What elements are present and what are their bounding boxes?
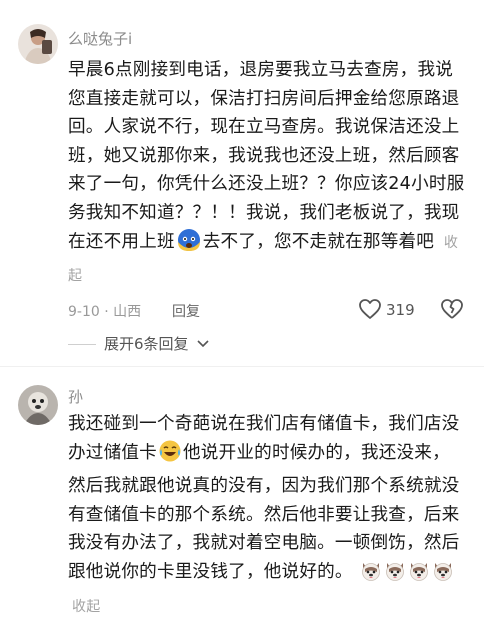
broken-heart-icon	[441, 299, 463, 319]
comment-divider	[0, 366, 484, 367]
avatar[interactable]	[18, 385, 58, 425]
username[interactable]: 孙	[68, 386, 83, 407]
date-location: 9-10 · 山西	[68, 304, 142, 320]
crying-laughing-emoji	[158, 439, 182, 473]
collapse-link[interactable]: 收起	[72, 599, 100, 615]
dog-emoji-group	[359, 562, 455, 582]
date: 9-10	[68, 304, 100, 320]
heart-icon	[359, 299, 381, 319]
dislike-button[interactable]	[440, 298, 464, 324]
dog-face-emoji	[360, 560, 382, 592]
expand-replies-label: 展开6条回复	[104, 335, 189, 353]
comment-meta: 9-10 · 山西 回复 319	[68, 298, 468, 322]
dog-face-emoji	[384, 560, 406, 592]
comment-text: 我还碰到一个奇葩说在我们店有储值卡，我们店没办过储值卡 他说开业的时候办的，我还…	[68, 410, 470, 621]
comment-text-tail: 去不了，您不走就在那等着吧	[202, 231, 435, 252]
comment-text-main: 早晨6点刚接到电话，退房要我立马去查房，我说您直接走就可以，保洁打扫房间后押金给…	[68, 60, 465, 252]
divider-line	[68, 344, 96, 345]
avatar[interactable]	[18, 24, 58, 64]
location: 山西	[113, 304, 142, 320]
like-button[interactable]	[358, 298, 382, 324]
username[interactable]: 么哒兔子i	[68, 28, 132, 49]
chevron-down-icon	[197, 340, 209, 348]
comment-text: 早晨6点刚接到电话，退房要我立马去查房，我说您直接走就可以，保洁打扫房间后押金给…	[68, 56, 470, 291]
dog-face-emoji	[432, 560, 454, 592]
scared-face-emoji	[176, 228, 202, 262]
like-count: 319	[386, 301, 415, 319]
reply-button[interactable]: 回复	[172, 301, 200, 321]
dog-face-emoji	[408, 560, 430, 592]
expand-replies[interactable]: 展开6条回复	[68, 333, 209, 354]
